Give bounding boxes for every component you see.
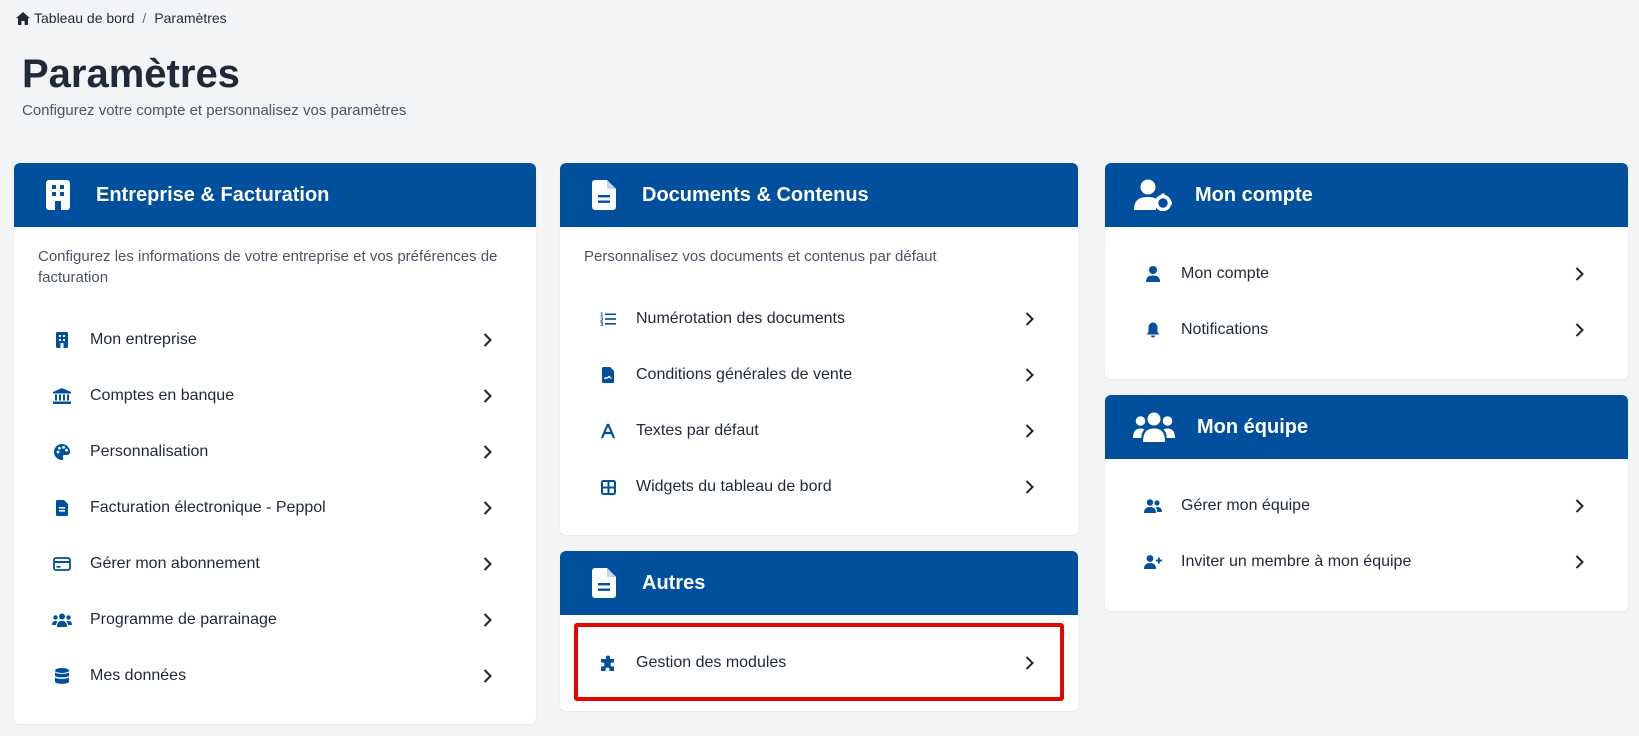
card-header: Autres	[560, 551, 1078, 615]
list-ol-icon: 123	[598, 309, 618, 329]
chevron-right-icon	[1572, 555, 1586, 569]
building-icon	[52, 330, 72, 350]
chevron-right-icon	[1572, 267, 1586, 281]
font-icon	[598, 421, 618, 441]
card-description: Configurez les informations de votre ent…	[38, 248, 498, 286]
chevron-right-icon	[1022, 424, 1036, 438]
card-header: Mon compte	[1105, 163, 1628, 227]
settings-item-inviter-membre[interactable]: Inviter un membre à mon équipe	[1105, 534, 1628, 590]
chevron-right-icon	[1572, 499, 1586, 513]
breadcrumb-separator: /	[142, 10, 147, 26]
chevron-right-icon	[1572, 323, 1586, 337]
chevron-right-icon	[1022, 368, 1036, 382]
breadcrumb-home-label: Tableau de bord	[34, 10, 135, 26]
chevron-right-icon	[480, 669, 494, 683]
settings-item-facturation-electronique[interactable]: Facturation électronique - Peppol	[14, 480, 536, 536]
card-documents-contenus: Documents & Contenus Personnalisez vos d…	[560, 163, 1078, 535]
users-icon	[1133, 411, 1175, 443]
users-icon	[52, 610, 72, 630]
item-label: Mes données	[90, 667, 187, 684]
chevron-right-icon	[480, 445, 494, 459]
bank-icon	[52, 386, 72, 406]
card-mon-compte: Mon compte Mon compte Notifications	[1105, 163, 1628, 379]
file-contract-icon	[598, 365, 618, 385]
highlight-box	[574, 623, 1064, 701]
settings-item-comptes-en-banque[interactable]: Comptes en banque	[14, 368, 536, 424]
settings-item-mon-compte[interactable]: Mon compte	[1105, 246, 1628, 302]
chevron-right-icon	[480, 389, 494, 403]
chevron-right-icon	[480, 501, 494, 515]
card-title: Autres	[642, 571, 706, 594]
card-title: Mon compte	[1195, 183, 1313, 206]
card-title: Entreprise & Facturation	[96, 183, 330, 206]
item-label: Inviter un membre à mon équipe	[1181, 553, 1412, 570]
chevron-right-icon	[1022, 480, 1036, 494]
file-invoice-icon	[52, 498, 72, 518]
breadcrumb: Tableau de bord / Paramètres	[16, 10, 227, 26]
breadcrumb-current: Paramètres	[154, 10, 227, 26]
chevron-right-icon	[480, 613, 494, 627]
card-entreprise-facturation: Entreprise & Facturation Configurez les …	[14, 163, 536, 724]
item-label: Notifications	[1181, 321, 1269, 338]
user-plus-icon	[1143, 552, 1163, 572]
bell-icon	[1143, 320, 1163, 340]
item-label: Personnalisation	[90, 443, 209, 460]
chevron-right-icon	[1022, 312, 1036, 326]
card-title: Mon équipe	[1197, 415, 1309, 438]
svg-text:3: 3	[600, 322, 604, 326]
settings-item-mes-donnees[interactable]: Mes données	[14, 648, 536, 704]
page-subtitle: Configurez votre compte et personnalisez…	[22, 102, 407, 119]
palette-icon	[52, 442, 72, 462]
file-icon	[588, 567, 620, 599]
settings-item-mon-entreprise[interactable]: Mon entreprise	[14, 312, 536, 368]
card-header: Entreprise & Facturation	[14, 163, 536, 227]
database-icon	[52, 666, 72, 686]
chevron-right-icon	[480, 557, 494, 571]
user-gear-icon	[1133, 179, 1173, 211]
card-title: Documents & Contenus	[642, 183, 869, 206]
card-header: Documents & Contenus	[560, 163, 1078, 227]
credit-card-icon	[52, 554, 72, 574]
item-label: Facturation électronique - Peppol	[90, 499, 326, 516]
user-group-icon	[1143, 496, 1163, 516]
item-label: Textes par défaut	[636, 422, 759, 439]
item-label: Widgets du tableau de bord	[636, 478, 832, 495]
file-icon	[588, 179, 620, 211]
settings-item-numerotation-documents[interactable]: 123 Numérotation des documents	[560, 291, 1078, 347]
settings-item-textes-par-defaut[interactable]: Textes par défaut	[560, 403, 1078, 459]
settings-item-personnalisation[interactable]: Personnalisation	[14, 424, 536, 480]
settings-item-gerer-abonnement[interactable]: Gérer mon abonnement	[14, 536, 536, 592]
card-header: Mon équipe	[1105, 395, 1628, 459]
item-label: Mon compte	[1181, 265, 1270, 282]
grid-icon	[598, 477, 618, 497]
user-icon	[1143, 264, 1163, 284]
item-label: Programme de parrainage	[90, 611, 277, 628]
item-label: Conditions générales de vente	[636, 366, 853, 383]
card-mon-equipe: Mon équipe Gérer mon équipe Inviter un m…	[1105, 395, 1628, 611]
settings-item-programme-parrainage[interactable]: Programme de parrainage	[14, 592, 536, 648]
home-icon	[16, 11, 30, 25]
item-label: Numérotation des documents	[636, 310, 845, 327]
item-label: Mon entreprise	[90, 331, 197, 348]
card-description: Personnalisez vos documents et contenus …	[584, 248, 937, 265]
building-icon	[42, 179, 74, 211]
page-title: Paramètres	[22, 52, 240, 96]
breadcrumb-home-link[interactable]: Tableau de bord	[16, 10, 134, 26]
settings-item-gerer-equipe[interactable]: Gérer mon équipe	[1105, 478, 1628, 534]
settings-item-conditions-generales[interactable]: Conditions générales de vente	[560, 347, 1078, 403]
item-label: Gérer mon équipe	[1181, 497, 1310, 514]
item-label: Gérer mon abonnement	[90, 555, 260, 572]
chevron-right-icon	[480, 333, 494, 347]
settings-item-notifications[interactable]: Notifications	[1105, 302, 1628, 358]
item-label: Comptes en banque	[90, 387, 235, 404]
settings-item-widgets-tableau-de-bord[interactable]: Widgets du tableau de bord	[560, 459, 1078, 515]
